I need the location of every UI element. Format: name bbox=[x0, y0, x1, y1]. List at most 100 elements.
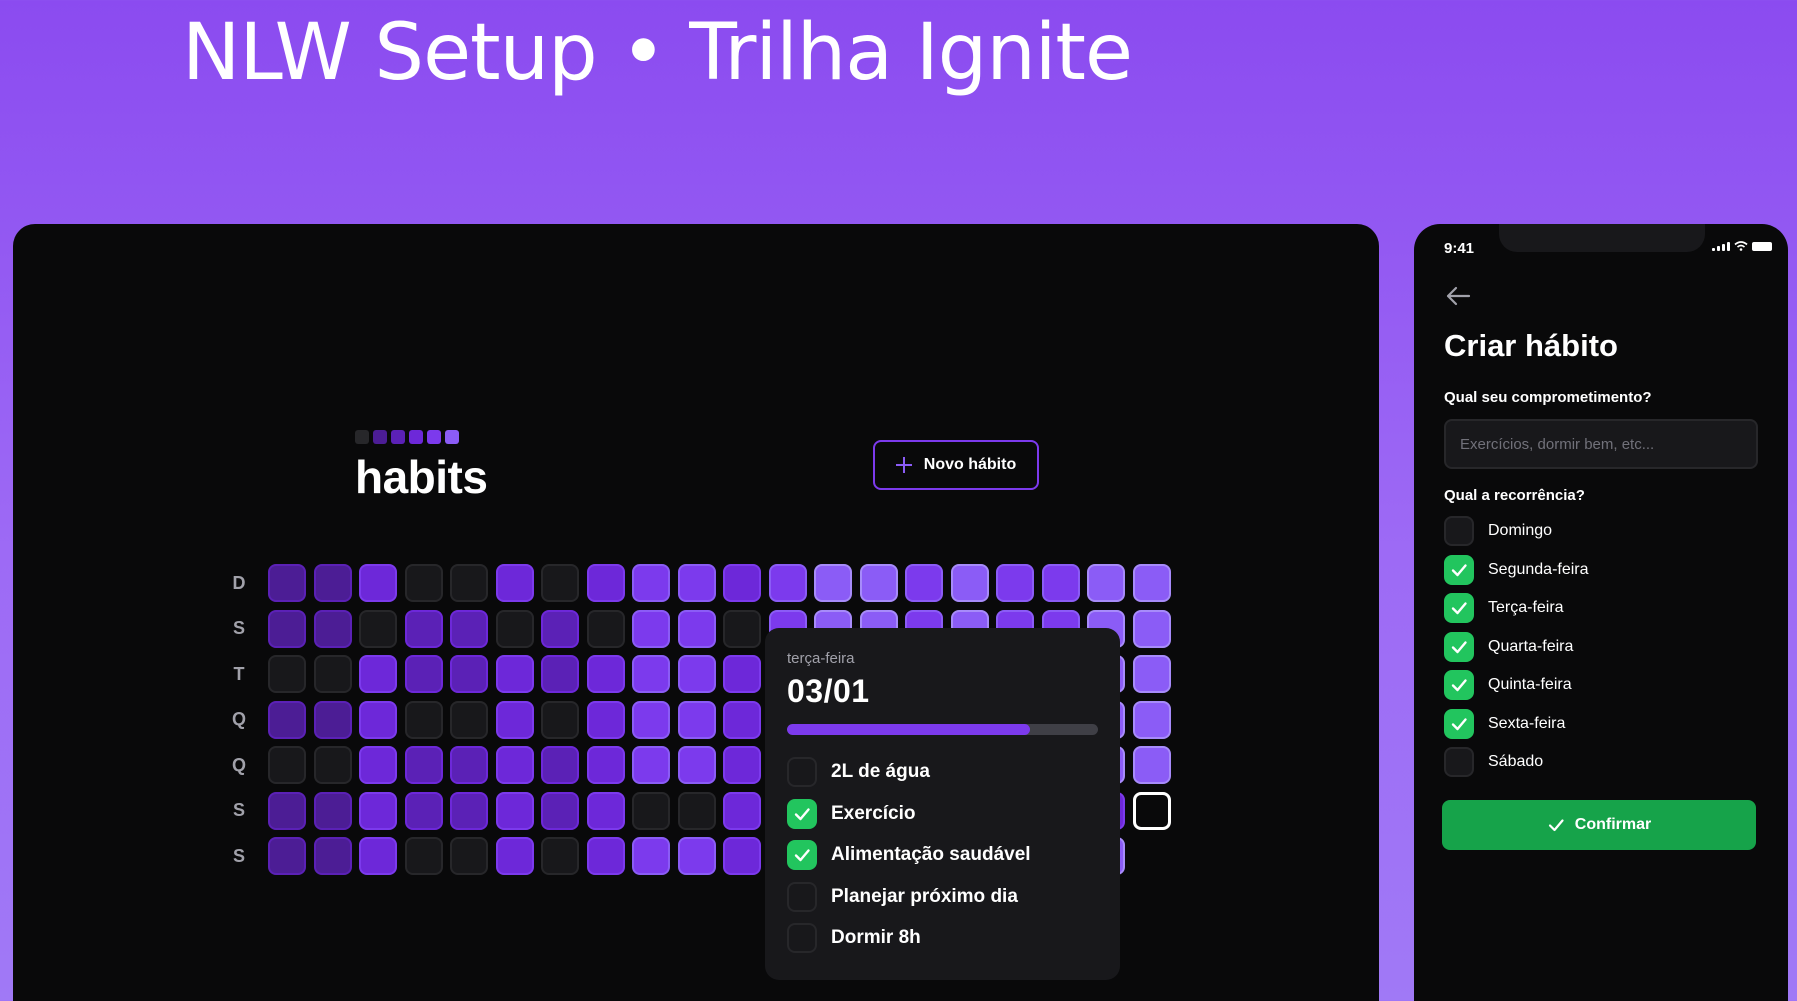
day-cell[interactable] bbox=[541, 746, 579, 784]
checkbox[interactable] bbox=[1444, 747, 1474, 777]
day-cell[interactable] bbox=[677, 655, 716, 693]
day-cell[interactable] bbox=[1132, 746, 1171, 784]
day-cell[interactable] bbox=[404, 700, 443, 739]
day-cell[interactable] bbox=[586, 837, 625, 875]
day-cell[interactable] bbox=[1132, 609, 1171, 648]
day-cell[interactable] bbox=[495, 837, 534, 875]
day-cell[interactable] bbox=[677, 700, 716, 739]
day-cell[interactable] bbox=[723, 564, 761, 602]
day-cell[interactable] bbox=[313, 609, 352, 648]
day-cell[interactable] bbox=[404, 655, 443, 693]
day-cell[interactable] bbox=[723, 746, 761, 784]
day-cell[interactable] bbox=[1132, 700, 1171, 739]
recurrence-day-item[interactable]: Domingo bbox=[1444, 516, 1589, 546]
day-cell[interactable] bbox=[632, 746, 670, 784]
day-cell[interactable] bbox=[541, 791, 579, 830]
habit-checkbox-item[interactable]: 2L de água bbox=[787, 757, 1098, 787]
day-cell[interactable] bbox=[495, 746, 534, 784]
day-cell[interactable] bbox=[541, 700, 579, 739]
habit-checkbox-item[interactable]: Planejar próximo dia bbox=[787, 881, 1098, 912]
day-cell[interactable] bbox=[723, 700, 761, 739]
day-cell[interactable] bbox=[450, 564, 488, 602]
day-cell[interactable] bbox=[313, 700, 352, 739]
checkbox-checked[interactable] bbox=[1444, 631, 1474, 662]
day-cell[interactable] bbox=[632, 609, 670, 648]
day-cell[interactable] bbox=[677, 609, 716, 648]
habit-checkbox-item[interactable]: Exercício bbox=[787, 798, 1098, 829]
day-cell[interactable] bbox=[723, 791, 761, 830]
recurrence-day-item[interactable]: Quinta-feira bbox=[1444, 670, 1589, 700]
day-cell[interactable] bbox=[1087, 564, 1125, 602]
day-cell[interactable] bbox=[768, 564, 807, 602]
day-cell[interactable] bbox=[268, 837, 306, 875]
day-cell[interactable] bbox=[313, 564, 352, 602]
checkbox[interactable] bbox=[787, 757, 817, 787]
day-cell[interactable] bbox=[541, 655, 579, 693]
day-cell[interactable] bbox=[541, 837, 579, 875]
day-cell[interactable] bbox=[677, 791, 716, 830]
recurrence-day-item[interactable]: Sexta-feira bbox=[1444, 708, 1589, 739]
day-cell[interactable] bbox=[723, 655, 761, 693]
day-cell[interactable] bbox=[404, 837, 443, 875]
day-cell[interactable] bbox=[495, 791, 534, 830]
day-cell[interactable] bbox=[495, 700, 534, 739]
day-cell[interactable] bbox=[996, 564, 1034, 602]
day-cell[interactable] bbox=[632, 655, 670, 693]
day-cell[interactable] bbox=[586, 791, 625, 830]
day-cell[interactable] bbox=[632, 837, 670, 875]
day-cell[interactable] bbox=[359, 746, 397, 784]
checkbox[interactable] bbox=[787, 881, 817, 912]
day-cell[interactable] bbox=[541, 609, 579, 648]
day-cell[interactable] bbox=[450, 609, 488, 648]
day-cell[interactable] bbox=[450, 791, 488, 830]
checkbox-checked[interactable] bbox=[1444, 593, 1474, 623]
day-cell[interactable] bbox=[404, 746, 443, 784]
day-cell[interactable] bbox=[313, 837, 352, 875]
checkbox-checked[interactable] bbox=[1444, 554, 1474, 585]
day-cell[interactable] bbox=[268, 609, 306, 648]
recurrence-day-item[interactable]: Sábado bbox=[1444, 747, 1589, 777]
day-cell[interactable] bbox=[359, 791, 397, 830]
day-cell[interactable] bbox=[359, 837, 397, 875]
day-cell[interactable] bbox=[632, 564, 670, 602]
day-cell[interactable] bbox=[814, 564, 852, 602]
confirm-button[interactable]: Confirmar bbox=[1442, 800, 1756, 850]
day-cell[interactable] bbox=[450, 655, 488, 693]
day-cell[interactable] bbox=[268, 791, 306, 830]
day-cell[interactable] bbox=[495, 564, 534, 602]
day-cell[interactable] bbox=[450, 746, 488, 784]
day-cell[interactable] bbox=[359, 564, 397, 602]
commitment-input[interactable] bbox=[1444, 419, 1758, 469]
day-cell[interactable] bbox=[632, 791, 670, 830]
day-cell[interactable] bbox=[586, 609, 625, 648]
day-cell[interactable] bbox=[859, 564, 898, 602]
recurrence-day-item[interactable]: Segunda-feira bbox=[1444, 554, 1589, 585]
day-cell-today[interactable] bbox=[1132, 791, 1171, 830]
day-cell[interactable] bbox=[359, 609, 397, 648]
checkbox-checked[interactable] bbox=[1444, 670, 1474, 700]
checkbox[interactable] bbox=[1444, 516, 1474, 546]
day-cell[interactable] bbox=[313, 791, 352, 830]
day-cell[interactable] bbox=[359, 655, 397, 693]
checkbox-checked[interactable] bbox=[787, 840, 817, 870]
day-cell[interactable] bbox=[632, 700, 670, 739]
day-cell[interactable] bbox=[1132, 564, 1171, 602]
day-cell[interactable] bbox=[268, 655, 306, 693]
day-cell[interactable] bbox=[268, 746, 306, 784]
day-cell[interactable] bbox=[450, 837, 488, 875]
day-cell[interactable] bbox=[404, 564, 443, 602]
day-cell[interactable] bbox=[586, 655, 625, 693]
day-cell[interactable] bbox=[1132, 655, 1171, 693]
day-cell[interactable] bbox=[677, 564, 716, 602]
day-cell[interactable] bbox=[586, 700, 625, 739]
recurrence-day-item[interactable]: Terça-feira bbox=[1444, 593, 1589, 623]
recurrence-day-item[interactable]: Quarta-feira bbox=[1444, 631, 1589, 662]
day-cell[interactable] bbox=[313, 655, 352, 693]
day-cell[interactable] bbox=[313, 746, 352, 784]
day-cell[interactable] bbox=[541, 564, 579, 602]
day-cell[interactable] bbox=[723, 609, 761, 648]
checkbox[interactable] bbox=[787, 923, 817, 953]
day-cell[interactable] bbox=[586, 564, 625, 602]
day-cell[interactable] bbox=[359, 700, 397, 739]
day-cell[interactable] bbox=[905, 564, 943, 602]
